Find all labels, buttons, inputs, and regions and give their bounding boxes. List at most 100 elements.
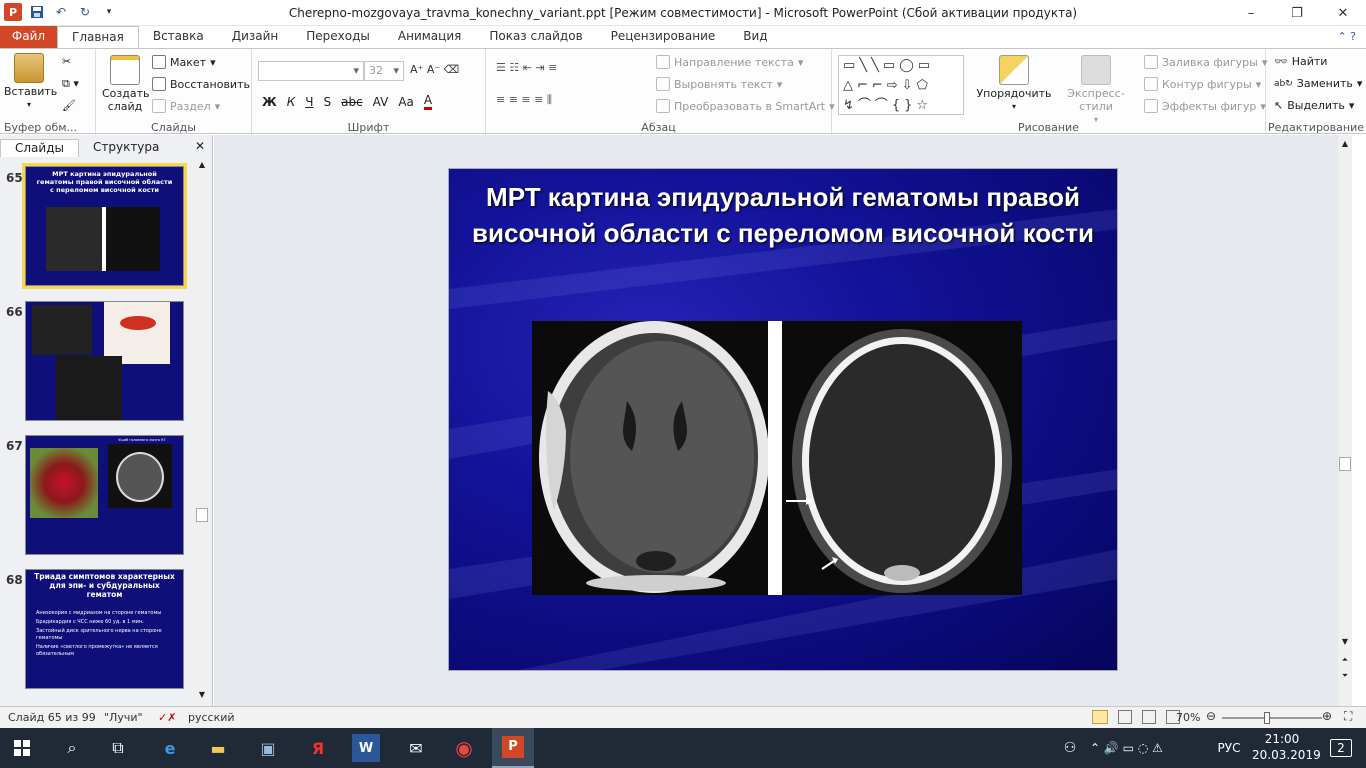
tab-outline[interactable]: Структура	[79, 139, 173, 157]
tab-insert[interactable]: Вставка	[139, 26, 218, 48]
reset-button[interactable]: Восстановить	[152, 77, 250, 91]
shapes-gallery[interactable]: ▭╲╲▭◯▭ △⌐⌐⇨⇩⬠ ↯⌒⌒{}☆	[838, 55, 964, 115]
tab-review[interactable]: Рецензирование	[597, 26, 730, 48]
zoom-out-icon[interactable]: ⊖	[1206, 709, 1216, 723]
scroll-up-icon[interactable]: ▲	[196, 160, 208, 172]
current-slide[interactable]: МРТ картина эпидуральной гематомы правой…	[448, 168, 1118, 671]
powerpoint-taskbar-icon[interactable]: P	[492, 728, 534, 768]
word-icon[interactable]: W	[352, 734, 380, 762]
text-direction-button[interactable]: Направление текста ▾	[656, 55, 803, 69]
shape-effects-button[interactable]: Эффекты фигур ▾	[1144, 99, 1266, 113]
system-tray-icons[interactable]: ⌃ 🔊 ▭ ◌ ⚠	[1090, 734, 1190, 762]
tab-design[interactable]: Дизайн	[218, 26, 293, 48]
tab-slideshow[interactable]: Показ слайдов	[475, 26, 596, 48]
close-button[interactable]: ✕	[1320, 0, 1366, 26]
slide-title[interactable]: МРТ картина эпидуральной гематомы правой…	[469, 179, 1097, 251]
spellcheck-icon[interactable]: ✓✗	[158, 711, 176, 724]
strikethrough-button[interactable]: abc	[341, 95, 363, 109]
normal-view-icon[interactable]	[1092, 710, 1108, 724]
scroll-thumb[interactable]	[196, 508, 208, 522]
search-icon[interactable]: ⌕	[58, 734, 86, 762]
char-spacing-button[interactable]: AV	[373, 95, 389, 109]
shadow-button[interactable]: S	[323, 95, 331, 109]
task-view-icon[interactable]: ⧉	[104, 734, 132, 762]
select-button[interactable]: ↖ Выделить ▾	[1274, 99, 1354, 112]
layout-button[interactable]: Макет ▾	[152, 55, 216, 69]
people-icon[interactable]: ⚇	[1056, 734, 1084, 762]
format-painter-icon[interactable]: 🖌	[62, 99, 76, 112]
zoom-in-icon[interactable]: ⊕	[1322, 709, 1332, 723]
scroll-down-icon[interactable]: ▼	[1339, 637, 1351, 649]
tab-transitions[interactable]: Переходы	[292, 26, 384, 48]
change-case-button[interactable]: Aa	[398, 95, 414, 109]
find-button[interactable]: 👓 Найти	[1274, 55, 1327, 68]
zoom-slider[interactable]	[1222, 712, 1322, 724]
cut-icon[interactable]: ✂	[62, 55, 71, 68]
collapse-ribbon-icon[interactable]: ⌃ ?	[1337, 26, 1356, 48]
slide-thumbnail-66[interactable]	[25, 301, 184, 421]
file-explorer-icon[interactable]: ▬	[204, 734, 232, 762]
list-buttons[interactable]: ☰ ☷ ⇤ ⇥ ≡	[496, 61, 557, 74]
bold-button[interactable]: Ж	[262, 95, 277, 109]
zoom-slider-thumb[interactable]	[1264, 712, 1271, 724]
italic-button[interactable]: К	[287, 95, 296, 109]
minimize-button[interactable]: –	[1228, 0, 1274, 26]
scroll-thumb[interactable]	[1339, 457, 1351, 471]
align-buttons[interactable]: ≡ ≡ ≡ ≡ ⫼	[496, 93, 552, 107]
store-icon[interactable]: ▣	[254, 734, 282, 762]
underline-button[interactable]: Ч	[305, 95, 313, 109]
notifications-icon[interactable]: 2	[1326, 734, 1356, 762]
maximize-button[interactable]: ❐	[1274, 0, 1320, 26]
tab-file[interactable]: Файл	[0, 26, 57, 48]
font-color-button[interactable]: A	[423, 93, 433, 110]
smartart-button[interactable]: Преобразовать в SmartArt ▾	[656, 99, 835, 113]
scroll-up-icon[interactable]: ▲	[1339, 139, 1351, 151]
chrome-icon[interactable]: ◉	[450, 734, 478, 762]
slide-thumbnail-67[interactable]: Ушиб головного мозга КТ	[25, 435, 184, 555]
sorter-view-icon[interactable]	[1118, 710, 1132, 724]
tab-home[interactable]: Главная	[57, 26, 139, 48]
mail-icon[interactable]: ✉	[402, 734, 430, 762]
align-text-button[interactable]: Выровнять текст ▾	[656, 77, 782, 91]
thumbnail-number: 68	[6, 573, 23, 587]
tab-view[interactable]: Вид	[729, 26, 781, 48]
slide-thumbnail-68[interactable]: Триада симптомов характерных для эпи- и …	[25, 569, 184, 689]
tab-slides[interactable]: Слайды	[0, 139, 79, 157]
fit-slide-icon[interactable]: ⛶	[1344, 709, 1352, 724]
new-slide-button[interactable]: Создать слайд	[102, 55, 150, 113]
ct-scan-right	[782, 321, 1022, 595]
status-bar: Слайд 65 из 99 "Лучи" ✓✗ русский 70% ⊖ ⊕…	[0, 706, 1366, 728]
close-pane-icon[interactable]: ✕	[195, 139, 205, 157]
prev-slide-icon[interactable]: ⏶	[1339, 655, 1351, 669]
clipboard-label: Буфер обм...	[4, 121, 78, 134]
yandex-icon[interactable]: Я	[304, 734, 332, 762]
replace-button[interactable]: ab↻ Заменить ▾	[1274, 77, 1362, 90]
quick-styles-button[interactable]: Экспресс-стили ▾	[1054, 55, 1138, 126]
clock-date: 20.03.2019	[1252, 748, 1321, 762]
grow-font-icon[interactable]: A⁺ A⁻ ⌫	[410, 63, 459, 76]
clock[interactable]: 21:00 20.03.2019	[1252, 731, 1321, 763]
input-language[interactable]: РУС	[1212, 734, 1246, 762]
start-icon[interactable]	[8, 734, 36, 762]
font-size-combo[interactable]: 32 ▾	[364, 61, 404, 81]
copy-icon[interactable]: ⧉ ▾	[62, 77, 79, 91]
theme-name[interactable]: "Лучи"	[104, 711, 143, 724]
editor-scrollbar[interactable]: ▲ ▼ ⏶ ⏷	[1338, 135, 1352, 706]
next-slide-icon[interactable]: ⏷	[1339, 671, 1351, 685]
arrange-button[interactable]: Упорядочить ▾	[974, 55, 1054, 113]
language-indicator[interactable]: русский	[188, 711, 235, 724]
section-button[interactable]: Раздел ▾	[152, 99, 220, 113]
pane-scrollbar[interactable]: ▲ ▼	[195, 160, 209, 705]
shape-fill-button[interactable]: Заливка фигуры ▾	[1144, 55, 1267, 69]
tab-animation[interactable]: Анимация	[384, 26, 475, 48]
zoom-level[interactable]: 70%	[1176, 711, 1200, 724]
paste-button[interactable]: Вставить ▾	[4, 53, 57, 111]
scroll-down-icon[interactable]: ▼	[196, 690, 208, 702]
shape-outline-button[interactable]: Контур фигуры ▾	[1144, 77, 1261, 91]
thumbnail-title: Ушиб головного мозга КТ	[118, 438, 166, 442]
edge-icon[interactable]: e	[156, 734, 184, 762]
slide-thumbnail-65[interactable]: МРТ картина эпидуральной гематомы правой…	[22, 163, 187, 289]
font-name-combo[interactable]: ▾	[258, 61, 364, 81]
reading-view-icon[interactable]	[1142, 710, 1156, 724]
slide-counter: Слайд 65 из 99	[8, 711, 96, 724]
